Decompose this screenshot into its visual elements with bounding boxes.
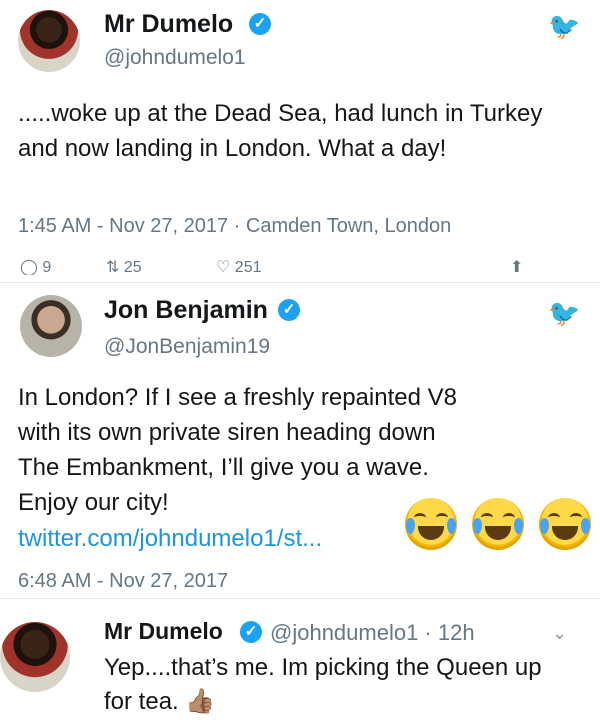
reply-count: 9 [42, 259, 52, 275]
avatar[interactable] [0, 622, 70, 692]
verified-badge-icon: ✓ [278, 299, 300, 321]
tweet-text: .....woke up at the Dead Sea, had lunch … [18, 100, 543, 162]
tweet-timestamp[interactable]: 6:48 AM - Nov 27, 2017 [18, 570, 228, 593]
tweet-actions: ◯ 9 ⇅ 25 ♡ 251 ⬆ [20, 257, 580, 275]
tweet-text-line-1: In London? If I see a freshly repainted … [18, 384, 457, 411]
reply-text-line-1: Yep....that’s me. Im picking the Queen u… [104, 654, 542, 681]
avatar[interactable] [18, 10, 80, 72]
verified-badge-icon: ✓ [249, 13, 271, 35]
avatar[interactable] [20, 295, 82, 357]
tweet-text-line-4: Enjoy our city! [18, 489, 169, 516]
heart-icon: ♡ [216, 259, 231, 275]
tweet-text-line-2: with its own private siren heading down [18, 419, 436, 446]
retweet-count: 25 [123, 259, 142, 275]
reply-button[interactable]: ◯ 9 [20, 257, 51, 275]
verified-badge-icon: ✓ [240, 621, 262, 643]
display-name[interactable]: Jon Benjamin [104, 296, 268, 325]
twitter-bird-icon: 🐦 [548, 11, 581, 41]
face-with-tears-of-joy-emoji [405, 498, 457, 550]
user-handle-and-time[interactable]: @johndumelo1 · 12h [270, 620, 475, 646]
like-count: 251 [234, 259, 262, 275]
reply-card: Mr Dumelo ✓ @johndumelo1 · 12h ⌄ Yep....… [0, 600, 600, 722]
divider [0, 598, 600, 599]
user-handle[interactable]: @johndumelo1 [104, 46, 246, 70]
face-with-tears-of-joy-emoji [472, 498, 524, 550]
reply-text: for tea. [104, 688, 179, 715]
share-button[interactable]: ⬆ [510, 257, 523, 275]
tweet-text-line-3: The Embankment, I’ll give you a wave. [18, 454, 429, 481]
reply-icon: ◯ [20, 259, 38, 275]
tweet-card-1: Mr Dumelo ✓ @johndumelo1 🐦 .....woke up … [0, 0, 600, 282]
display-name[interactable]: Mr Dumelo [104, 10, 233, 39]
reply-text-line-2: for tea. 👍🏽 [104, 685, 215, 719]
face-with-tears-of-joy-emoji [539, 498, 591, 550]
retweet-icon: ⇅ [106, 259, 120, 275]
display-name[interactable]: Mr Dumelo [104, 618, 223, 645]
share-icon: ⬆ [510, 259, 524, 275]
user-handle[interactable]: @JonBenjamin19 [104, 335, 270, 359]
like-button[interactable]: ♡ 251 [216, 257, 262, 275]
tweet-timestamp[interactable]: 1:45 AM - Nov 27, 2017 · Camden Town, Lo… [18, 215, 451, 238]
chevron-down-icon[interactable]: ⌄ [552, 623, 567, 644]
tweet-link[interactable]: twitter.com/johndumelo1/st... [18, 521, 322, 556]
retweet-button[interactable]: ⇅ 25 [106, 257, 142, 275]
tweet-card-2: Jon Benjamin ✓ @JonBenjamin19 🐦 In Londo… [0, 283, 600, 595]
thumbs-up-emoji: 👍🏽 [185, 688, 216, 715]
twitter-bird-icon: 🐦 [548, 298, 581, 328]
